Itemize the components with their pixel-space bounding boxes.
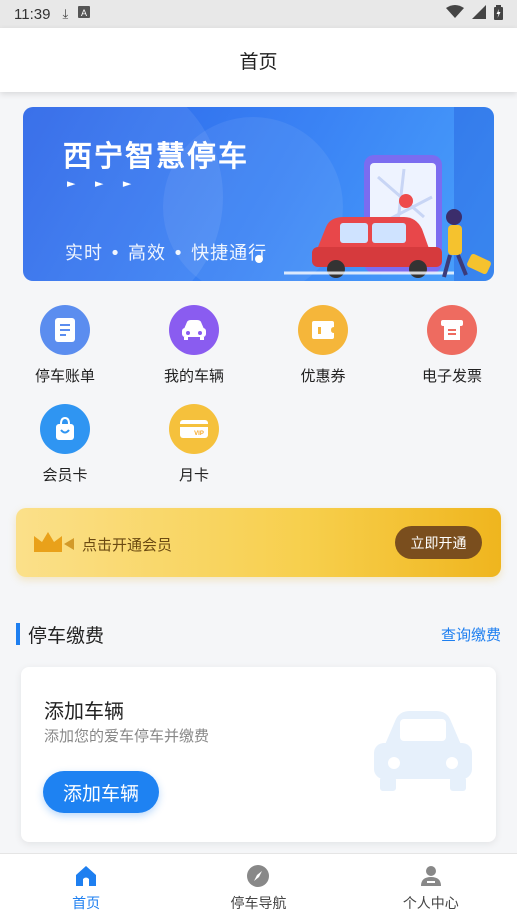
card-title: 添加车辆 [44,699,124,723]
promo-banner[interactable]: 西宁智慧停车 ► ► ► 实时 • 高效 • 快捷通行 [23,107,494,281]
page-title: 首页 [0,28,517,92]
car-icon [169,305,219,355]
service-label: 电子发票 [421,367,482,385]
coupon-icon [298,305,348,355]
bill-icon [40,305,90,355]
banner-subtitle: 实时 • 高效 • 快捷通行 [65,243,268,264]
service-monthly-card[interactable]: VIP 月卡 [134,404,254,485]
compass-icon [247,865,270,887]
car-watermark-icon [374,711,472,791]
tab-parking-navigation[interactable]: 停车导航 [172,854,344,920]
service-member-card[interactable]: 会员卡 [5,404,125,485]
banner-arrows: ► ► ► [67,177,140,190]
tab-label: 首页 [72,896,101,912]
section-accent-bar [16,623,20,645]
member-bag-icon [40,404,90,454]
service-e-invoice[interactable]: 电子发票 [392,305,512,386]
status-time: 11:39 [14,5,51,23]
signal-icon [472,5,486,23]
service-label: 会员卡 [42,466,88,484]
section-title: 停车缴费 [28,624,105,647]
vip-text: 点击开通会员 [82,536,173,554]
banner-title: 西宁智慧停车 [63,139,250,173]
home-icon [76,866,97,886]
service-my-vehicles[interactable]: 我的车辆 [134,305,254,386]
service-label: 月卡 [178,466,209,484]
parking-payment-header: 停车缴费 查询缴费 [16,620,501,648]
activate-membership-button[interactable]: 立即开通 [395,526,482,559]
bottom-tab-bar: 首页 停车导航 个人中心 [0,853,517,920]
tab-label: 停车导航 [230,896,287,912]
tab-personal-center[interactable]: 个人中心 [345,854,517,920]
a-badge-icon: A [78,6,91,22]
crown-icon [34,532,74,552]
service-parking-bill[interactable]: 停车账单 [5,305,125,386]
car-phone-illustration-icon [284,107,494,281]
user-icon [420,866,441,886]
status-bar: 11:39 ⤓ A [0,0,517,28]
add-vehicle-card: 添加车辆 添加您的爱车停车并缴费 添加车辆 [21,667,496,842]
card-subtitle: 添加您的爱车停车并缴费 [44,727,210,745]
service-coupons[interactable]: 优惠券 [263,305,383,386]
download-icon: ⤓ [62,6,69,22]
service-label: 我的车辆 [163,367,224,385]
query-payment-link[interactable]: 查询缴费 [441,624,501,645]
svg-text:A: A [81,8,87,18]
vip-card-icon: VIP [169,404,219,454]
vip-membership-banner[interactable]: 点击开通会员 立即开通 [16,508,501,577]
svg-text:VIP: VIP [194,431,204,437]
service-label: 停车账单 [34,367,95,385]
battery-icon [494,4,503,24]
tab-label: 个人中心 [402,896,459,912]
tab-home[interactable]: 首页 [0,854,172,920]
invoice-icon [427,305,477,355]
add-vehicle-button[interactable]: 添加车辆 [43,771,159,813]
service-label: 优惠券 [300,367,346,385]
wifi-icon [446,5,464,23]
